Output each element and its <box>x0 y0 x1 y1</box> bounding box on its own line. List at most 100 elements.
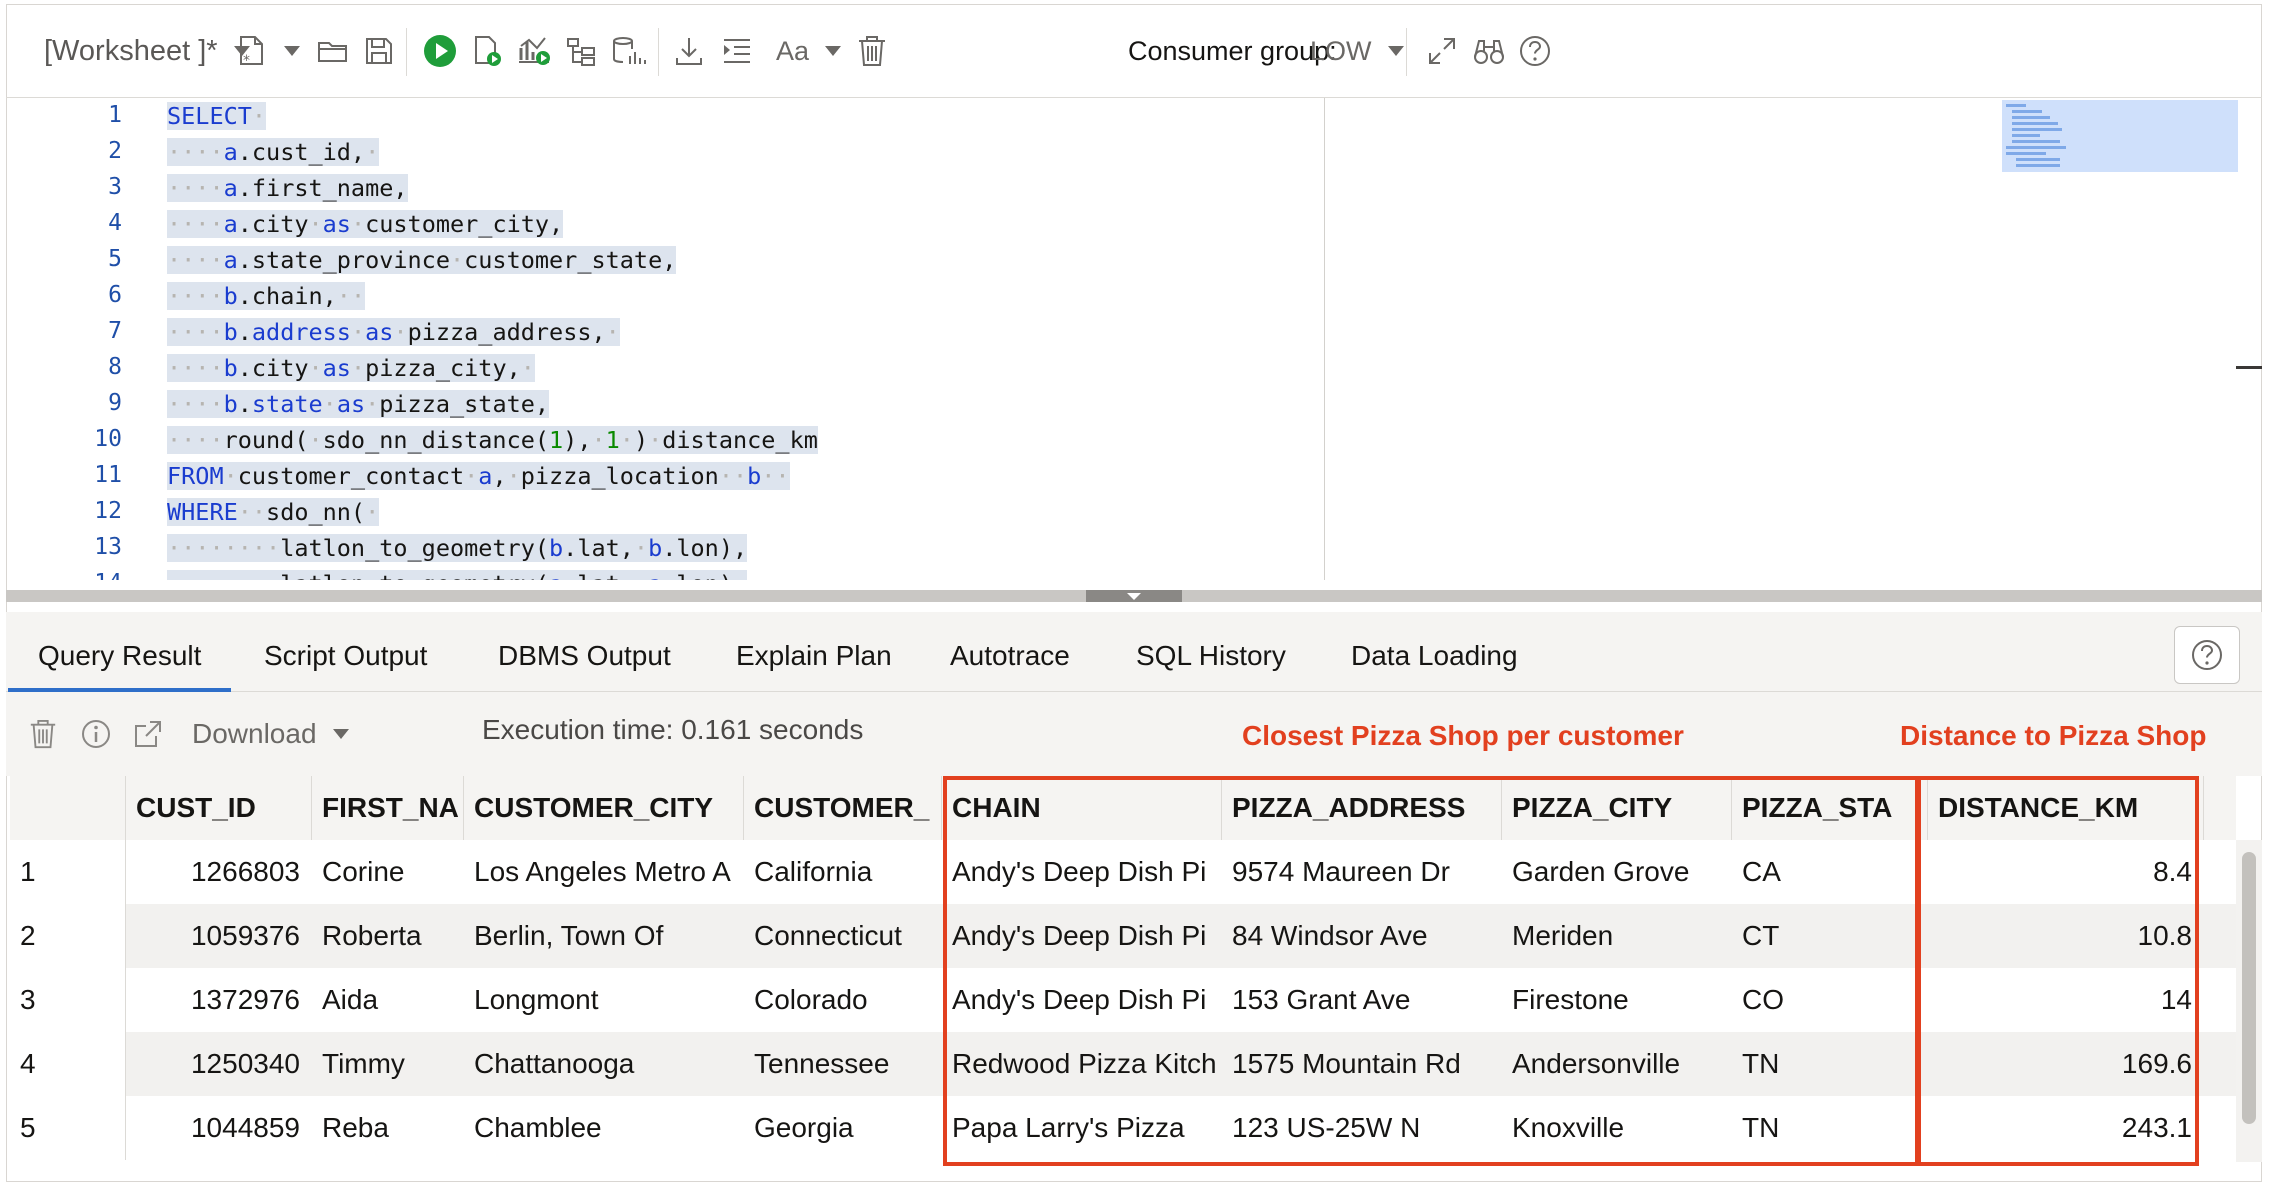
output-help-button[interactable] <box>2174 626 2240 684</box>
column-header[interactable]: CUSTOMER_ <box>744 776 942 840</box>
distance-highlight <box>1915 776 2199 1166</box>
open-in-new-tab-button[interactable] <box>132 692 164 776</box>
chevron-down-icon <box>332 729 349 739</box>
table-cell[interactable]: 1372976 <box>126 968 312 1032</box>
table-cell[interactable]: Berlin, Town Of <box>464 904 744 968</box>
table-cell[interactable]: 1250340 <box>126 1032 312 1096</box>
table-cell[interactable]: 1044859 <box>126 1096 312 1160</box>
run-statement-button[interactable] <box>422 4 458 98</box>
table-cell[interactable]: 1266803 <box>126 840 312 904</box>
code-line: ····a.state_province·customer_state, <box>167 246 677 274</box>
scrollbar-thumb[interactable] <box>2242 852 2256 1124</box>
output-tabs: Query Result Script Output DBMS Output E… <box>6 612 2262 692</box>
run-script-button[interactable] <box>470 4 504 98</box>
table-cell[interactable]: Georgia <box>744 1096 942 1160</box>
explain-plan-button[interactable] <box>516 4 552 98</box>
table-cell[interactable]: Aida <box>312 968 464 1032</box>
explain-plan-icon <box>519 37 550 65</box>
consumer-group-text: Consumer group: <box>1128 35 1337 66</box>
worksheet-selector[interactable]: [Worksheet ]* <box>44 4 250 98</box>
row-number: 3 <box>10 968 126 1032</box>
tab-autotrace[interactable]: Autotrace <box>950 612 1070 692</box>
code-line: ····a.city·as·customer_city, <box>167 210 564 238</box>
row-number: 5 <box>10 1096 126 1160</box>
annotation-closest: Closest Pizza Shop per customer <box>1242 720 1684 751</box>
tab-sql-history[interactable]: SQL History <box>1136 612 1286 692</box>
table-cell[interactable]: Tennessee <box>744 1032 942 1096</box>
table-cell[interactable]: Chamblee <box>464 1096 744 1160</box>
tab-script-output[interactable]: Script Output <box>264 612 427 692</box>
table-cell[interactable]: Reba <box>312 1096 464 1160</box>
table-cell[interactable]: Corine <box>312 840 464 904</box>
new-worksheet-button[interactable]: * <box>234 4 300 98</box>
code-area[interactable]: SELECT· ····a.cust_id,· ····a.first_name… <box>167 98 1327 580</box>
line-number: 10 <box>94 426 122 452</box>
minimap[interactable] <box>2002 100 2238 172</box>
font-case-button[interactable]: Aa <box>776 4 842 98</box>
info-button[interactable] <box>80 692 112 776</box>
sql-tuning-button[interactable] <box>610 4 646 98</box>
table-cell[interactable]: Los Angeles Metro A <box>464 840 744 904</box>
row-number: 1 <box>10 840 126 904</box>
table-cell[interactable]: Colorado <box>744 968 942 1032</box>
worksheet-toolbar: [Worksheet ]* * Aa Consumer group: LOW <box>6 4 2262 98</box>
execution-time: Execution time: 0.161 seconds <box>482 714 864 745</box>
code-line: ········latlon_to_geometry(a.lat,·a.lon)… <box>167 566 748 580</box>
row-number: 4 <box>10 1032 126 1096</box>
binoculars-icon <box>1474 40 1504 64</box>
code-line: ········latlon_to_geometry(b.lat,·b.lon)… <box>167 534 748 562</box>
table-cell[interactable]: Timmy <box>312 1032 464 1096</box>
svg-text:*: * <box>243 53 250 68</box>
line-number: 14 <box>6 570 122 580</box>
pane-splitter[interactable] <box>6 590 2262 602</box>
clear-results-button[interactable] <box>28 692 58 776</box>
tab-explain-plan[interactable]: Explain Plan <box>736 612 892 692</box>
code-line: FROM·customer_contact·a,·pizza_location·… <box>167 462 790 490</box>
table-cell[interactable]: Connecticut <box>744 904 942 968</box>
line-number: 12 <box>94 498 122 524</box>
format-button[interactable] <box>720 4 754 98</box>
code-line: ····b.state·as·pizza_state, <box>167 390 550 418</box>
code-line: ····a.first_name, <box>167 174 408 202</box>
tab-data-loading[interactable]: Data Loading <box>1351 612 1518 692</box>
chevron-down-icon <box>1387 46 1404 56</box>
help-button[interactable] <box>1518 4 1552 98</box>
table-cell[interactable]: 1059376 <box>126 904 312 968</box>
sql-editor[interactable]: 1234567891011121314 SELECT· ····a.cust_i… <box>6 98 2262 580</box>
download-label: Download <box>192 718 317 749</box>
table-cell[interactable]: Longmont <box>464 968 744 1032</box>
tab-query-result[interactable]: Query Result <box>7 612 232 692</box>
code-line: ····round(·sdo_nn_distance(1),·1·)·dista… <box>167 426 818 454</box>
collapse-handle[interactable] <box>1086 590 1182 602</box>
maximize-button[interactable] <box>1426 4 1458 98</box>
table-cell[interactable]: Roberta <box>312 904 464 968</box>
scroll-position-marker <box>2236 366 2262 369</box>
trash-icon <box>859 36 885 66</box>
clear-button[interactable] <box>856 4 888 98</box>
line-number: 11 <box>94 462 122 488</box>
column-header[interactable]: CUST_ID <box>126 776 312 840</box>
open-button[interactable] <box>316 4 350 98</box>
tab-dbms-output[interactable]: DBMS Output <box>498 612 671 692</box>
tree-icon <box>567 38 595 66</box>
help-icon <box>1520 36 1550 66</box>
indent-icon <box>724 39 750 63</box>
line-number: 3 <box>108 174 122 200</box>
code-line: ····b.address·as·pizza_address,· <box>167 318 620 346</box>
chevron-down-icon <box>284 46 300 56</box>
table-cell[interactable]: Chattanooga <box>464 1032 744 1096</box>
download-dropdown[interactable]: Download <box>192 692 349 776</box>
download-button[interactable] <box>672 4 706 98</box>
table-cell[interactable]: California <box>744 840 942 904</box>
toolbar-separator <box>1406 28 1407 76</box>
column-header[interactable]: FIRST_NA <box>312 776 464 840</box>
code-line: WHERE··sdo_nn(· <box>167 498 380 526</box>
find-button[interactable] <box>1472 4 1506 98</box>
save-button[interactable] <box>362 4 396 98</box>
column-header[interactable]: CUSTOMER_CITY <box>464 776 744 840</box>
autotrace-button[interactable] <box>564 4 598 98</box>
run-icon <box>424 35 456 67</box>
grid-scrollbar[interactable] <box>2236 840 2262 1162</box>
database-chart-icon <box>613 37 646 64</box>
consumer-group-select[interactable]: LOW <box>1310 4 1404 98</box>
